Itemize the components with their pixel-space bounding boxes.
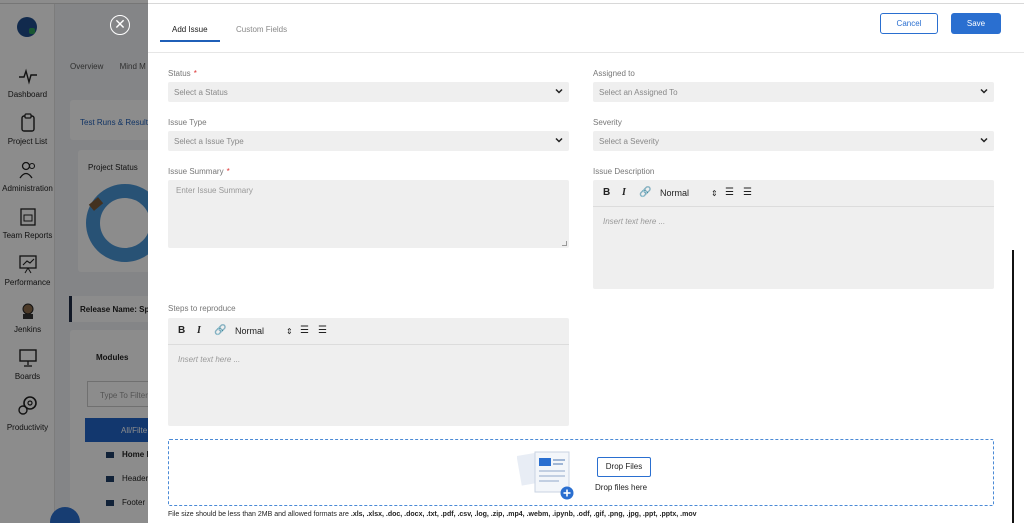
- assigned-to-select[interactable]: Select an Assigned To: [593, 82, 994, 102]
- editor-toolbar: B I 🔗 Normal ⇕ ☰ ☰: [593, 180, 994, 207]
- ordered-list-icon[interactable]: ☰: [725, 187, 734, 198]
- issue-type-label: Issue Type: [168, 118, 207, 127]
- severity-select[interactable]: Select a Severity: [593, 131, 994, 151]
- issue-type-select[interactable]: Select a Issue Type: [168, 131, 569, 151]
- format-select[interactable]: Normal: [660, 188, 689, 198]
- status-select[interactable]: Select a Status: [168, 82, 569, 102]
- file-dropzone[interactable]: Drop Files Drop files here: [168, 439, 994, 506]
- status-label: Status *: [168, 69, 197, 78]
- bold-button[interactable]: B: [603, 187, 610, 198]
- tab-add-issue[interactable]: Add Issue: [172, 25, 208, 34]
- save-button[interactable]: Save: [951, 13, 1001, 34]
- bullet-list-icon[interactable]: ☰: [743, 187, 752, 198]
- format-chevron-icon: ⇕: [711, 189, 718, 198]
- link-icon[interactable]: 🔗: [639, 187, 651, 198]
- assigned-to-label: Assigned to: [593, 69, 635, 78]
- drop-files-hint: Drop files here: [595, 483, 648, 492]
- chevron-down-icon: [980, 88, 988, 94]
- active-tab-indicator: [160, 40, 220, 42]
- ordered-list-icon[interactable]: ☰: [300, 325, 309, 336]
- editor-placeholder: Insert text here ...: [603, 217, 666, 226]
- link-icon[interactable]: 🔗: [214, 325, 226, 336]
- issue-description-label: Issue Description: [593, 167, 655, 176]
- drop-files-button[interactable]: Drop Files: [597, 457, 651, 477]
- cancel-button[interactable]: Cancel: [880, 13, 938, 34]
- format-chevron-icon: ⇕: [286, 327, 293, 336]
- chevron-down-icon: [555, 137, 563, 143]
- scrollbar[interactable]: [1012, 250, 1014, 523]
- chevron-down-icon: [980, 137, 988, 143]
- issue-summary-label: Issue Summary *: [168, 167, 230, 176]
- modal-backdrop[interactable]: [0, 0, 148, 523]
- italic-button[interactable]: I: [622, 187, 626, 198]
- tab-custom-fields[interactable]: Custom Fields: [236, 25, 287, 34]
- format-select[interactable]: Normal: [235, 326, 264, 336]
- bold-button[interactable]: B: [178, 325, 185, 336]
- editor-placeholder: Insert text here ...: [178, 355, 241, 364]
- editor-toolbar: B I 🔗 Normal ⇕ ☰ ☰: [168, 318, 569, 345]
- resize-handle[interactable]: [562, 241, 567, 246]
- steps-label: Steps to reproduce: [168, 304, 236, 313]
- drawer-tabbar: Add Issue Custom Fields Cancel Save: [148, 4, 1024, 53]
- severity-label: Severity: [593, 118, 622, 127]
- upload-files-icon: [517, 451, 574, 500]
- issue-description-editor[interactable]: B I 🔗 Normal ⇕ ☰ ☰ Insert text here ...: [593, 180, 994, 289]
- bullet-list-icon[interactable]: ☰: [318, 325, 327, 336]
- file-format-note: File size should be less than 2MB and al…: [168, 511, 697, 518]
- italic-button[interactable]: I: [197, 325, 201, 336]
- chevron-down-icon: [555, 88, 563, 94]
- add-issue-drawer: Add Issue Custom Fields Cancel Save Stat…: [148, 4, 1024, 523]
- close-drawer-button[interactable]: ✕: [110, 15, 130, 35]
- issue-summary-input[interactable]: Enter Issue Summary: [168, 180, 569, 248]
- steps-editor[interactable]: B I 🔗 Normal ⇕ ☰ ☰ Insert text here ...: [168, 318, 569, 426]
